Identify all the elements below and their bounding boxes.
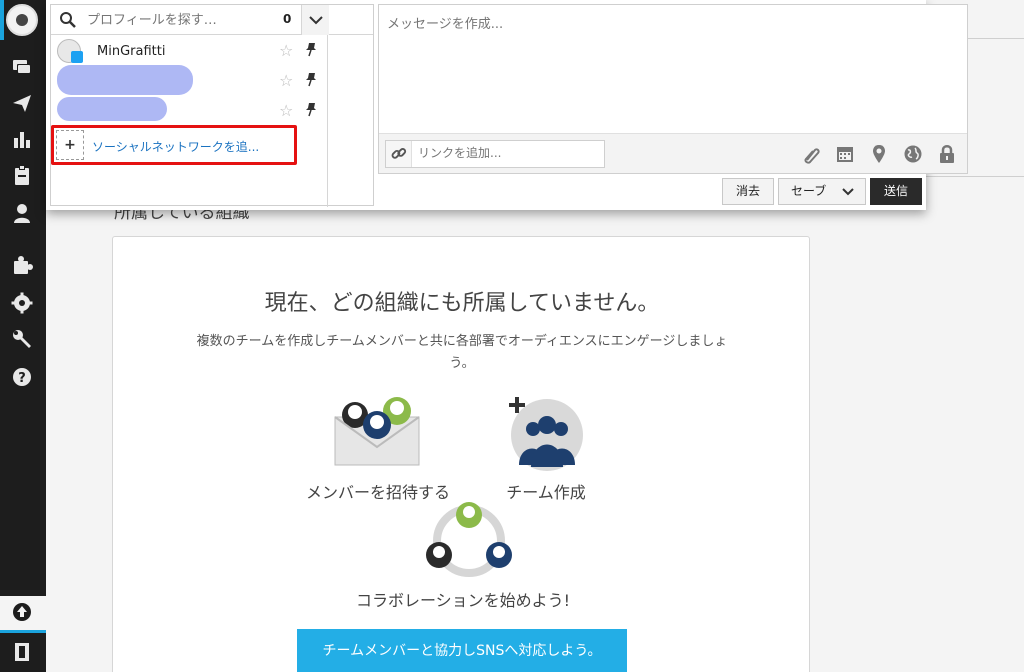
pin-icon[interactable] bbox=[303, 71, 319, 87]
help-icon[interactable]: ? bbox=[11, 366, 33, 388]
link-field bbox=[385, 140, 605, 168]
chevron-down-icon bbox=[309, 16, 323, 25]
message-area bbox=[378, 4, 968, 174]
chevron-down-icon bbox=[842, 188, 854, 196]
contacts-icon[interactable] bbox=[11, 202, 33, 224]
twitter-icon bbox=[71, 51, 83, 63]
settings-icon[interactable] bbox=[11, 292, 33, 314]
star-icon[interactable]: ☆ bbox=[279, 71, 293, 90]
divider-line bbox=[926, 176, 1024, 177]
analytics-icon[interactable] bbox=[11, 128, 33, 150]
sidebar-divider bbox=[0, 630, 46, 633]
clear-button[interactable]: 消去 bbox=[722, 178, 774, 205]
streams-icon[interactable] bbox=[11, 56, 33, 78]
logout-icon[interactable] bbox=[11, 641, 33, 663]
selected-profile-count: 0 bbox=[283, 12, 292, 26]
upgrade-icon[interactable] bbox=[11, 601, 33, 623]
collaboration-cycle-icon bbox=[426, 502, 512, 577]
pin-icon[interactable] bbox=[303, 101, 319, 117]
assignments-icon[interactable] bbox=[11, 164, 33, 186]
tools-icon[interactable] bbox=[11, 328, 33, 350]
publisher-icon[interactable] bbox=[11, 92, 33, 114]
star-icon[interactable]: ☆ bbox=[279, 101, 293, 120]
plus-icon: + bbox=[56, 130, 84, 160]
location-icon[interactable] bbox=[869, 144, 889, 164]
link-icon bbox=[386, 141, 412, 167]
add-social-network-button[interactable]: + ソーシャルネットワークを追... bbox=[51, 125, 297, 165]
pin-icon[interactable] bbox=[303, 41, 319, 57]
lock-icon[interactable] bbox=[937, 144, 957, 164]
message-toolbar bbox=[379, 133, 967, 173]
logo-accent bbox=[0, 0, 4, 40]
empty-state-title: 現在、どの組織にも所属していません。 bbox=[264, 291, 660, 316]
send-button[interactable]: 送信 bbox=[870, 178, 922, 205]
profile-selector-panel: 0 MinGrafitti ☆ ☆ ☆ + ソーシャルネットワークを追... bbox=[50, 4, 374, 207]
team-collaboration-cta-button[interactable]: チームメンバーと協力しSNSへ対応しよう。 bbox=[297, 629, 627, 672]
save-button-label: セーブ bbox=[791, 184, 827, 198]
save-button[interactable]: セーブ bbox=[778, 178, 866, 205]
profile-row[interactable]: MinGrafitti ☆ bbox=[51, 37, 331, 67]
apps-icon[interactable] bbox=[11, 254, 33, 276]
globe-icon[interactable] bbox=[903, 144, 923, 164]
calendar-icon[interactable] bbox=[835, 144, 855, 164]
redacted-profile bbox=[57, 65, 193, 95]
add-social-network-label: ソーシャルネットワークを追... bbox=[92, 140, 260, 154]
empty-organization-card: 現在、どの組織にも所属していません。 複数のチームを作成しチームメンバーと共に各… bbox=[112, 236, 810, 672]
create-team-label: チーム作成 bbox=[506, 483, 586, 502]
profile-name: MinGrafitti bbox=[97, 44, 166, 59]
empty-state-description: 複数のチームを作成しチームメンバーと共に各部署でオーディエンスにエンゲージしまし… bbox=[196, 334, 728, 371]
star-icon[interactable]: ☆ bbox=[279, 41, 293, 60]
redacted-profile bbox=[57, 97, 167, 121]
invite-members-icon bbox=[334, 397, 420, 466]
left-sidebar: ? bbox=[0, 0, 46, 672]
profile-search-input[interactable] bbox=[87, 11, 287, 29]
message-textarea[interactable] bbox=[379, 5, 967, 133]
divider-line bbox=[327, 35, 328, 207]
paperclip-icon[interactable] bbox=[801, 144, 821, 164]
create-team-icon bbox=[509, 397, 583, 471]
invite-members-label: メンバーを招待する bbox=[305, 483, 450, 502]
collaboration-label: コラボレーションを始めよう! bbox=[355, 591, 571, 610]
search-icon bbox=[60, 12, 76, 28]
message-composer: 0 MinGrafitti ☆ ☆ ☆ + ソーシャルネットワークを追... bbox=[46, 0, 968, 210]
profile-search-bar: 0 bbox=[51, 5, 373, 35]
owl-logo-icon[interactable] bbox=[6, 4, 38, 36]
profile-dropdown-button[interactable] bbox=[301, 5, 329, 35]
link-input[interactable] bbox=[418, 146, 598, 160]
svg-text:?: ? bbox=[18, 371, 26, 386]
